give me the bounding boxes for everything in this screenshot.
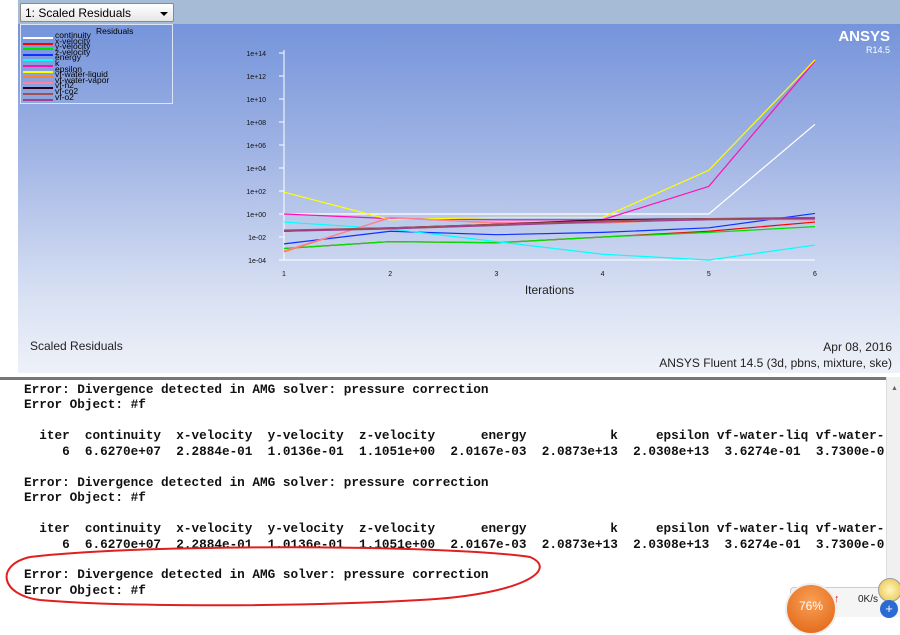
- upload-arrow-icon: ↑: [834, 593, 840, 605]
- legend-swatch: [23, 87, 53, 90]
- x-axis-label: Iterations: [525, 283, 574, 297]
- console-line: Error Object: #f: [24, 397, 146, 413]
- legend-swatch: [23, 59, 53, 62]
- legend-swatch: [23, 98, 53, 101]
- plot-info: Apr 08, 2016 ANSYS Fluent 14.5 (3d, pbns…: [659, 339, 892, 371]
- legend-swatch: [23, 70, 53, 73]
- ansys-logo: ANSYS R14.5: [838, 28, 890, 55]
- plot-date: Apr 08, 2016: [823, 340, 892, 354]
- x-tick-label: 2: [388, 271, 392, 278]
- dropdown-value: 1: Scaled Residuals: [25, 6, 132, 20]
- console-line: Error: Divergence detected in AMG solver…: [24, 474, 489, 490]
- x-tick-label: 4: [601, 271, 605, 278]
- plot-name: Scaled Residuals: [30, 339, 123, 353]
- y-tick-label: 1e+02: [246, 189, 266, 196]
- network-speed: 0K/s: [858, 594, 879, 605]
- y-tick-label: 1e+14: [246, 51, 266, 58]
- x-tick-label: 1: [282, 271, 286, 278]
- legend-swatch: [23, 81, 53, 84]
- x-tick-label: 3: [494, 271, 498, 278]
- chart-legend: Residuals continuity x-velocity y-velocity…: [20, 24, 173, 104]
- legend-label: vf-o2: [55, 91, 74, 102]
- y-tick-label: 1e+12: [246, 74, 266, 81]
- y-tick-label: 1e-02: [248, 235, 266, 242]
- console-line: Error Object: #f: [24, 582, 146, 598]
- lightbulb-icon[interactable]: [878, 578, 900, 602]
- y-tick-label: 1e+10: [246, 97, 266, 104]
- series-line-energy: [283, 221, 816, 261]
- legend-swatch: [23, 48, 53, 51]
- y-tick-label: 1e+00: [246, 212, 266, 219]
- brand-name: ANSYS: [838, 28, 890, 45]
- console-panel[interactable]: Error: Divergence detected in AMG solver…: [0, 377, 886, 619]
- legend-swatch: [23, 76, 53, 79]
- console-line: Error: Divergence detected in AMG solver…: [24, 382, 489, 397]
- console-output[interactable]: Error: Divergence detected in AMG solver…: [24, 382, 884, 598]
- console-line: iter continuity x-velocity y-velocity z-…: [24, 428, 885, 444]
- legend-swatch: [23, 53, 53, 56]
- console-line: 6 6.6270e+07 2.2884e-01 1.0136e-01 1.105…: [24, 443, 885, 459]
- display-selector-dropdown[interactable]: 1: Scaled Residuals: [20, 3, 174, 22]
- legend-swatch: [23, 65, 53, 67]
- series-line-k: [283, 60, 816, 221]
- console-line: 6 6.6270e+07 2.2884e-01 1.0136e-01 1.105…: [24, 536, 885, 552]
- series-line-epsilon: [283, 59, 816, 221]
- legend-swatch: [23, 42, 53, 45]
- y-tick-label: 1e+08: [246, 120, 266, 127]
- scroll-up-icon[interactable]: ▲: [891, 385, 898, 392]
- y-tick-label: 1e+04: [246, 166, 266, 173]
- series-line-continuity: [284, 123, 816, 215]
- chevron-down-icon: [160, 12, 168, 16]
- y-tick-label: 1e-04: [248, 258, 266, 265]
- cpu-meter[interactable]: 76%: [785, 583, 837, 635]
- console-line: Error: Divergence detected in AMG solver…: [24, 567, 489, 583]
- x-tick-label: 5: [707, 271, 711, 278]
- legend-title: Residuals: [96, 26, 134, 36]
- console-line: iter continuity x-velocity y-velocity z-…: [24, 521, 885, 537]
- plus-icon[interactable]: +: [880, 600, 898, 618]
- product-info: ANSYS Fluent 14.5 (3d, pbns, mixture, sk…: [659, 356, 892, 370]
- brand-version: R14.5: [865, 45, 890, 55]
- console-line: Error Object: #f: [24, 490, 146, 506]
- y-tick-label: 1e+06: [246, 143, 266, 150]
- legend-swatch: [23, 93, 53, 95]
- x-tick-label: 6: [813, 271, 817, 278]
- legend-swatch: [23, 37, 53, 39]
